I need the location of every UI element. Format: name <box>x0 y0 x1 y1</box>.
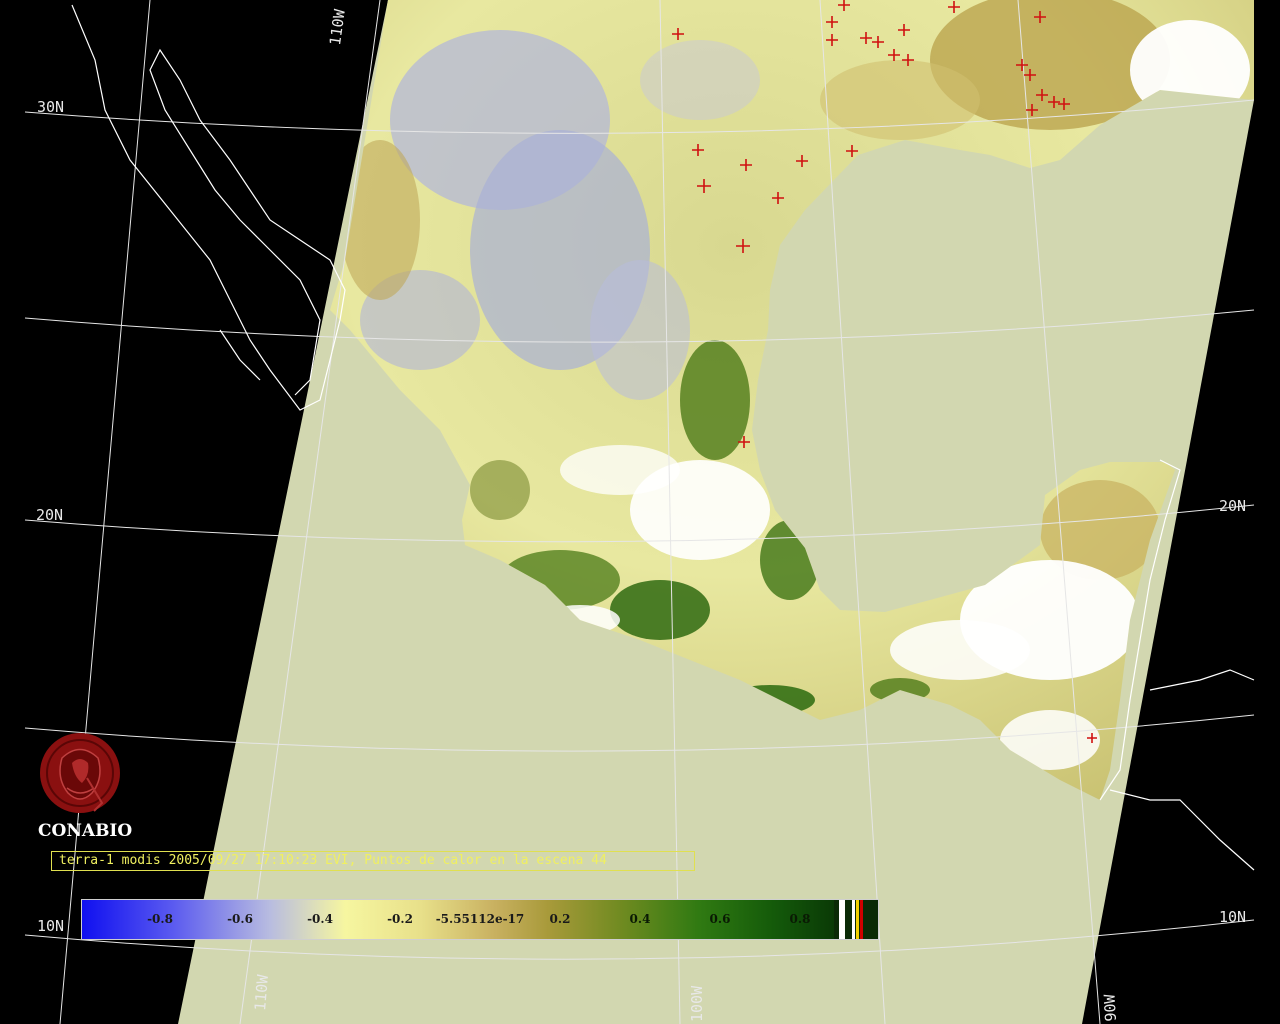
colorbar-tick-label: 0.6 <box>709 912 731 926</box>
lon-label-110w-bottom: 110W <box>251 974 273 1012</box>
colorbar-tick-label: 0.8 <box>789 912 811 926</box>
colorbar-tick-label: -0.4 <box>307 912 333 926</box>
lon-label-100w-bottom: 100W <box>688 985 706 1022</box>
colorbar-fire-stripe-yellow <box>856 900 859 939</box>
colorbar-tick-label: 0.4 <box>629 912 651 926</box>
colorbar-tick-label: -0.2 <box>387 912 413 926</box>
evi-colorbar-legend: -0.8 -0.6 -0.4 -0.2 -5.55112e-17 0.2 0.4 0.6 0.8 <box>81 899 879 940</box>
lat-label-10n-right: 10N <box>1219 908 1247 926</box>
colorbar-fire-stripe-red <box>860 900 863 939</box>
lat-label-30n: 30N <box>37 98 65 116</box>
colorbar-no-data-stripe <box>839 900 845 939</box>
caption-text: terra-1 modis 2005/09/27 17:10:23 EVI, P… <box>59 853 607 868</box>
lat-label-20n-left: 20N <box>36 506 64 524</box>
colorbar-stripe-white-2 <box>852 900 855 939</box>
lat-label-20n-right: 20N <box>1219 497 1247 515</box>
colorbar-tick-label: -0.6 <box>227 912 253 926</box>
conabio-logo-text: CONABIO <box>38 821 133 841</box>
lon-label-90w-bottom: 90W <box>1100 994 1120 1022</box>
image-caption: terra-1 modis 2005/09/27 17:10:23 EVI, P… <box>51 851 695 871</box>
colorbar-tick-label: -5.55112e-17 <box>435 912 525 926</box>
satellite-map-view: 30N 20N 20N 10N 10N 110W 110W 100W 90W C… <box>0 0 1280 1024</box>
colorbar-special-values <box>834 900 878 939</box>
colorbar-tick-label: -0.8 <box>147 912 173 926</box>
colorbar-tick-label: 0.2 <box>549 912 571 926</box>
lat-label-10n-left: 10N <box>37 917 65 935</box>
